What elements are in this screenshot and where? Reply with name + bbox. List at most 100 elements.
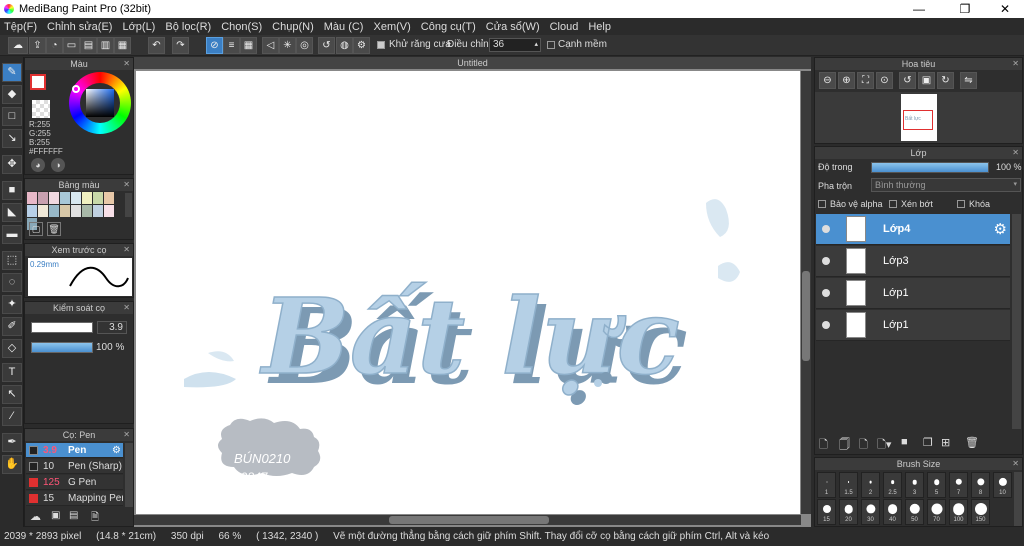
brush-size-preset[interactable]: 1.5 [839, 472, 858, 498]
lock-checkbox[interactable] [957, 200, 965, 208]
palette-swatch[interactable] [60, 205, 70, 217]
antialias-checkbox[interactable] [377, 41, 385, 49]
protect-alpha-checkbox[interactable] [818, 200, 826, 208]
delete-brush-icon[interactable]: 🗎 [91, 510, 99, 527]
new-8bit-layer-icon[interactable]: 🗋 [859, 436, 868, 455]
palette-swatch[interactable] [38, 192, 48, 204]
panel-close-icon[interactable]: ✕ [1012, 58, 1019, 70]
menu-edit[interactable]: Chỉnh sửa(E) [47, 21, 112, 33]
horizontal-scroll-thumb[interactable] [389, 516, 549, 524]
drawing-canvas[interactable]: BÚN0210 #2847 Bất lực Bất lực [136, 71, 800, 514]
add-brush-icon[interactable]: ▣ [51, 510, 60, 521]
menu-select[interactable]: Chọn(S) [221, 21, 262, 33]
layer-visibility-icon[interactable] [822, 225, 830, 233]
rotate-right-icon[interactable]: ↻ [937, 72, 954, 89]
panel-close-icon[interactable]: ✕ [1012, 458, 1019, 470]
delete-layer-icon[interactable]: 🗑 [965, 436, 979, 449]
menu-cloud[interactable]: Cloud [550, 21, 579, 33]
palette-swatch[interactable] [104, 205, 114, 217]
brush-size-value[interactable]: 3.9 [97, 321, 127, 334]
magic-wand-tool-icon[interactable]: ✦ [2, 295, 22, 314]
layer-row[interactable]: Lớp4 ⚙ [816, 214, 1010, 245]
delete-palette-icon[interactable]: 🗑 [47, 222, 61, 236]
palette-scrollbar[interactable] [125, 193, 132, 217]
menu-layer[interactable]: Lớp(L) [122, 21, 155, 33]
rotate-left-icon[interactable]: ↺ [899, 72, 916, 89]
brush-size-preset[interactable]: 5 [927, 472, 946, 498]
brush-item-pen-sharp[interactable]: 10 Pen (Sharp) [26, 459, 123, 474]
layer-list-scrollbar[interactable] [1012, 214, 1021, 429]
share-icon[interactable]: ⇪ [29, 37, 46, 54]
brush-size-preset[interactable]: 40 [883, 499, 902, 525]
brush-size-preset[interactable]: 100 [949, 499, 968, 525]
shape-tool-icon[interactable]: □ [2, 107, 22, 126]
fit-screen-icon[interactable]: ⛶ [857, 72, 874, 89]
eyedropper-tool-icon[interactable]: ✒ [2, 433, 22, 452]
adjust-stepper-icon[interactable]: ▴ [534, 39, 538, 51]
brush-tool-icon[interactable]: ✎ [2, 63, 22, 82]
adjust-input[interactable]: 36 ▴ [489, 38, 541, 52]
palette-swatch[interactable] [71, 192, 81, 204]
brush-size-preset[interactable]: 2.5 [883, 472, 902, 498]
curve-snap-icon[interactable]: ↺ [318, 37, 335, 54]
select-eraser-tool-icon[interactable]: ◇ [2, 339, 22, 358]
vertical-scrollbar[interactable] [801, 71, 811, 514]
palette-swatch[interactable] [27, 192, 37, 204]
new-halftone-layer-icon[interactable]: 🗍 [839, 436, 850, 455]
divide-tool-icon[interactable]: ⁄ [2, 407, 22, 426]
zoom-out-icon[interactable]: ⊖ [819, 72, 836, 89]
gradient-tool-icon[interactable]: ▬ [2, 225, 22, 244]
brush-size-preset[interactable]: 30 [861, 499, 880, 525]
palette-swatch[interactable] [49, 205, 59, 217]
palette-swatch[interactable] [71, 205, 81, 217]
lasso-tool-icon[interactable]: ◌ [2, 273, 22, 292]
saturation-square[interactable] [86, 89, 114, 117]
text-tool-icon[interactable]: T [2, 363, 22, 382]
palette-swatch[interactable] [93, 205, 103, 217]
menu-help[interactable]: Help [588, 21, 611, 33]
brush-size-preset[interactable]: 10 [993, 472, 1012, 498]
brush-item-mapping-pen[interactable]: 15 Mapping Pen [26, 491, 123, 506]
panel-close-icon[interactable]: ✕ [123, 179, 130, 191]
color-mode-icon[interactable]: ◕ [31, 158, 45, 172]
minimize-button[interactable]: — [900, 0, 938, 18]
select-pen-tool-icon[interactable]: ✐ [2, 317, 22, 336]
palette-swatch[interactable] [60, 192, 70, 204]
merge-down-icon[interactable]: ⊞ [941, 436, 950, 449]
brush-size-preset[interactable]: 150 [971, 499, 990, 525]
brush-list-scrollbar[interactable] [125, 443, 133, 507]
brush-options-icon[interactable]: ▤ [69, 510, 78, 521]
foreground-color-swatch[interactable] [30, 74, 46, 90]
select-rect-tool-icon[interactable]: ⬚ [2, 251, 22, 270]
palette-swatch[interactable] [38, 205, 48, 217]
panel-close-icon[interactable]: ✕ [1012, 147, 1019, 159]
close-button[interactable]: ✕ [986, 0, 1024, 18]
hand-tool-icon[interactable]: ✋ [2, 455, 22, 474]
menu-filter[interactable]: Bộ lọc(R) [165, 21, 211, 33]
palette-swatch[interactable] [49, 192, 59, 204]
layer-row[interactable]: Lớp1 [816, 310, 1010, 341]
fill-rect-tool-icon[interactable]: ■ [2, 181, 22, 200]
new-layer-icon[interactable]: 🗋 [819, 436, 828, 455]
operation-tool-icon[interactable]: ↖ [2, 385, 22, 404]
add-palette-icon[interactable]: ▢ [29, 222, 43, 236]
document-icon[interactable]: ▤ [80, 37, 97, 54]
hue-picker-handle[interactable] [72, 85, 80, 93]
palette-swatch[interactable] [104, 192, 114, 204]
duplicate-layer-icon[interactable]: ❐ [923, 436, 933, 449]
brush-size-preset[interactable]: 7 [949, 472, 968, 498]
brush-size-preset[interactable]: 70 [927, 499, 946, 525]
zoom-in-icon[interactable]: ⊕ [838, 72, 855, 89]
redo-icon[interactable]: ↷ [172, 37, 189, 54]
document-tab[interactable]: Untitled [134, 57, 811, 69]
eraser-tool-icon[interactable]: ◆ [2, 85, 22, 104]
brush-size-preset[interactable]: 15 [817, 499, 836, 525]
chat-icon[interactable]: ▭ [63, 37, 80, 54]
panel-close-icon[interactable]: ✕ [123, 302, 130, 314]
layer-visibility-icon[interactable] [822, 257, 830, 265]
grid-layout-icon[interactable]: ▦ [114, 37, 131, 54]
line-tool-icon[interactable]: ↘ [2, 129, 22, 148]
transparent-color-swatch[interactable] [32, 100, 50, 118]
panel-close-icon[interactable]: ✕ [123, 429, 130, 441]
snap-off-icon[interactable]: ⊘ [206, 37, 223, 54]
